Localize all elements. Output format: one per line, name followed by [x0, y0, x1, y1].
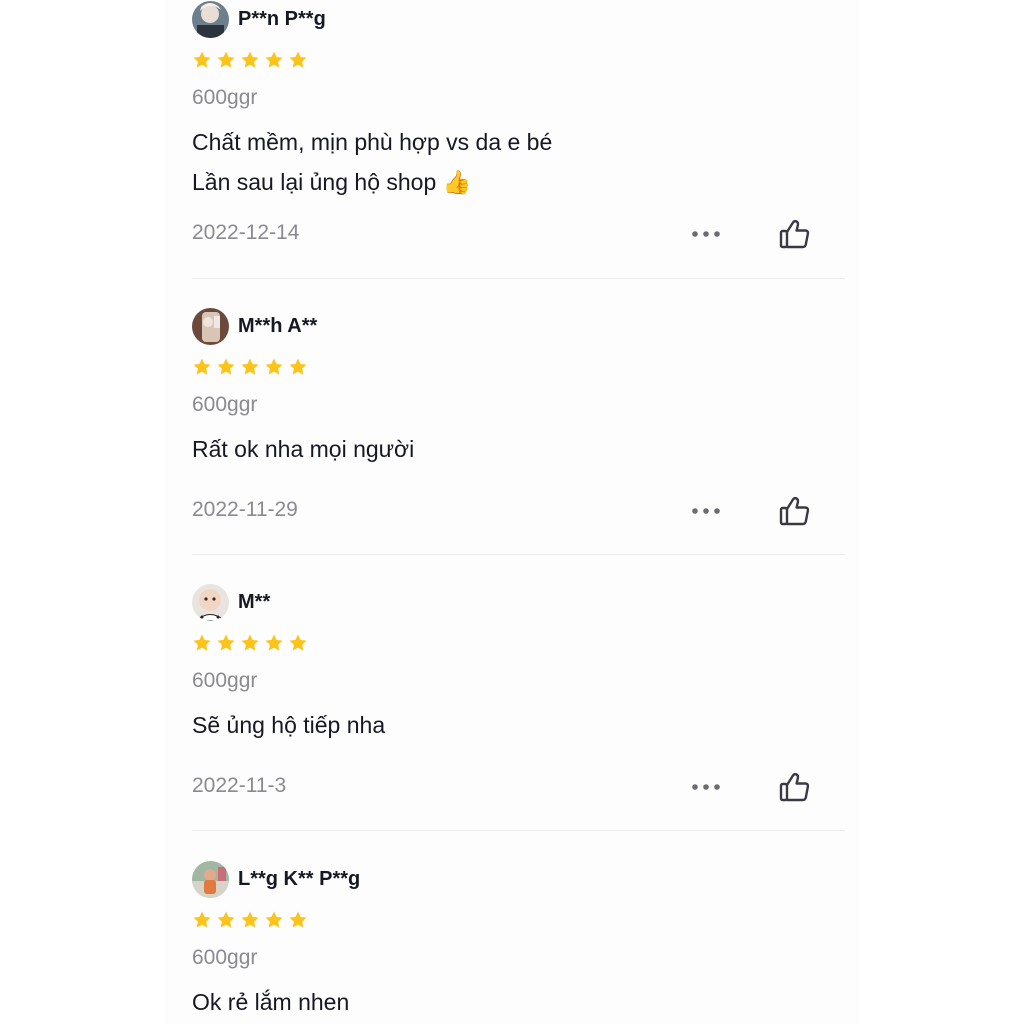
star-icon	[216, 357, 236, 377]
review-date: 2022-12-14	[192, 221, 300, 244]
thumbs-up-icon[interactable]	[778, 494, 812, 528]
star-icon	[264, 633, 284, 653]
star-icon	[288, 357, 308, 377]
variant-label: 600ggr	[192, 86, 258, 109]
divider	[192, 278, 845, 279]
review-text: Ok rẻ lắm nhen	[192, 989, 350, 1015]
more-dots-icon[interactable]	[690, 775, 722, 799]
review-text: Sẽ ủng hộ tiếp nha	[192, 712, 386, 738]
avatar[interactable]	[192, 583, 229, 621]
avatar[interactable]	[192, 860, 229, 898]
review-header: M**	[192, 583, 270, 621]
more-dots-icon[interactable]	[690, 499, 722, 523]
avatar[interactable]	[192, 0, 229, 38]
rating-stars	[192, 910, 308, 932]
star-icon	[240, 357, 260, 377]
reviewer-name[interactable]: P**n P**g	[238, 8, 326, 31]
rating-stars	[192, 633, 308, 655]
variant-label: 600ggr	[192, 669, 258, 692]
star-icon	[288, 633, 308, 653]
review-header: M**h A**	[192, 307, 317, 345]
reviewer-name[interactable]: M**h A**	[238, 315, 317, 338]
star-icon	[240, 50, 260, 70]
thumbs-up-icon[interactable]	[778, 770, 812, 804]
review-text: Rất ok nha mọi người	[192, 436, 415, 462]
star-icon	[192, 357, 212, 377]
reviewer-name[interactable]: L**g K** P**g	[238, 868, 360, 891]
review-date: 2022-11-29	[192, 498, 298, 521]
star-icon	[264, 357, 284, 377]
star-icon	[288, 910, 308, 930]
reviewer-name[interactable]: M**	[238, 591, 270, 614]
star-icon	[264, 910, 284, 930]
star-icon	[192, 50, 212, 70]
divider	[192, 830, 845, 831]
review-text: Chất mềm, mịn phù hợp vs da e bé Lần sau…	[192, 129, 553, 195]
avatar[interactable]	[192, 307, 229, 345]
variant-label: 600ggr	[192, 393, 258, 416]
star-icon	[240, 910, 260, 930]
star-icon	[192, 633, 212, 653]
divider	[192, 554, 845, 555]
review-header: P**n P**g	[192, 0, 326, 38]
star-icon	[192, 910, 212, 930]
more-dots-icon[interactable]	[690, 222, 722, 246]
star-icon	[240, 633, 260, 653]
rating-stars	[192, 357, 308, 379]
star-icon	[216, 633, 236, 653]
thumbs-up-icon[interactable]	[778, 217, 812, 251]
star-icon	[288, 50, 308, 70]
variant-label: 600ggr	[192, 946, 258, 969]
star-icon	[216, 910, 236, 930]
review-header: L**g K** P**g	[192, 860, 360, 898]
review-date: 2022-11-3	[192, 774, 287, 797]
rating-stars	[192, 50, 308, 72]
star-icon	[216, 50, 236, 70]
star-icon	[264, 50, 284, 70]
